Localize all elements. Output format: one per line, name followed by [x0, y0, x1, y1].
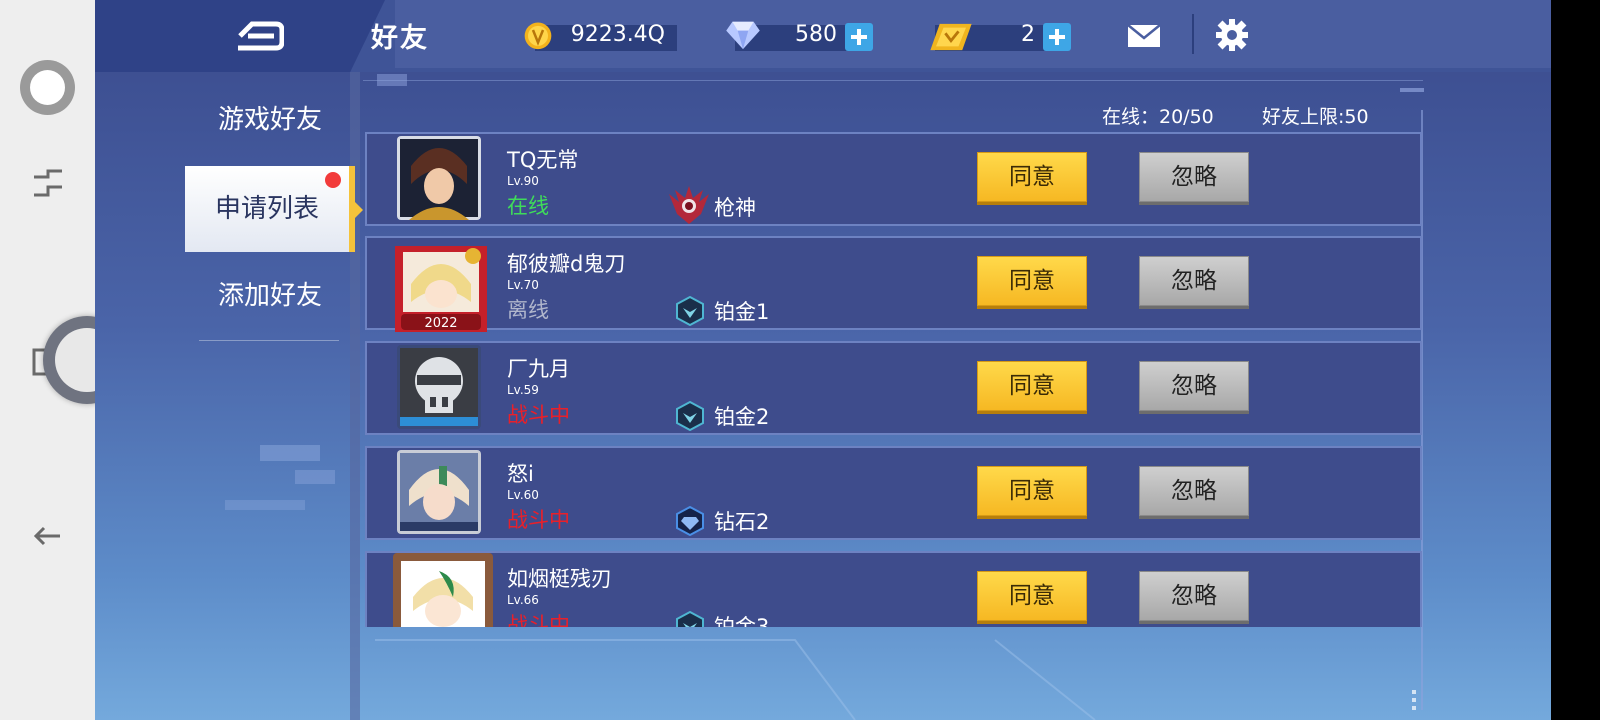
- agree-button[interactable]: 同意: [977, 152, 1087, 202]
- ignore-button[interactable]: 忽略: [1139, 152, 1249, 202]
- player-status: 离线: [507, 298, 549, 322]
- player-rank: 铂金3: [714, 615, 770, 627]
- avatar-frame-year: 2022: [424, 316, 457, 331]
- agree-button[interactable]: 同意: [977, 256, 1087, 306]
- gold-amount: 9223.4Q: [570, 22, 665, 47]
- back-button[interactable]: [95, 0, 385, 72]
- notification-dot: [325, 172, 341, 188]
- system-navigation-bar: [0, 0, 131, 720]
- player-status: 战斗中: [507, 613, 570, 627]
- top-bar-divider: [1192, 14, 1194, 54]
- online-count: 在线：20/50: [1102, 106, 1214, 128]
- request-row: 怒i Lv.60 战斗中 钻石2 同意 忽略: [365, 446, 1422, 540]
- ignore-button[interactable]: 忽略: [1139, 361, 1249, 411]
- player-avatar: [393, 553, 493, 627]
- back-nav-icon[interactable]: [30, 518, 66, 554]
- ignore-button[interactable]: 忽略: [1139, 466, 1249, 516]
- player-avatar: 2022: [395, 246, 487, 332]
- coupon-amount: 2: [1021, 22, 1035, 47]
- rank-platinum-icon: [676, 611, 704, 627]
- player-level: Lv.70: [507, 278, 539, 292]
- player-level: Lv.60: [507, 488, 539, 502]
- page-title: 好友: [371, 23, 429, 54]
- agree-button[interactable]: 同意: [977, 571, 1087, 621]
- player-rank: 铂金1: [714, 300, 770, 324]
- nav-add-friend-label: 添加好友: [217, 281, 322, 311]
- diamond-icon: [726, 21, 760, 50]
- player-avatar: [397, 450, 481, 534]
- ignore-button[interactable]: 忽略: [1139, 256, 1249, 306]
- gold-coin-icon: [524, 22, 552, 50]
- player-rank: 钻石2: [714, 510, 770, 534]
- rank-platinum-icon: [676, 296, 704, 326]
- request-row: 如烟梃残刃 Lv.66 战斗中 铂金3 同意 忽略: [365, 551, 1422, 627]
- request-list[interactable]: TQ无常 Lv.90 在线 枪神 同意 忽略 2022 郁彼瓣d鬼刀 Lv.70…: [365, 132, 1422, 627]
- screen-edge: [1551, 0, 1600, 720]
- ignore-button[interactable]: 忽略: [1139, 571, 1249, 621]
- active-tab-pointer: [355, 202, 363, 218]
- player-name: 如烟梃残刃: [507, 567, 612, 591]
- request-row: TQ无常 Lv.90 在线 枪神 同意 忽略: [365, 132, 1422, 226]
- screen-record-icon[interactable]: [20, 60, 75, 115]
- add-coupons-button[interactable]: [1043, 23, 1071, 51]
- player-level: Lv.59: [507, 383, 539, 397]
- player-rank: 铂金2: [714, 405, 770, 429]
- nav-divider: [199, 340, 339, 341]
- mail-icon[interactable]: [1127, 24, 1161, 48]
- recent-apps-icon[interactable]: [30, 165, 66, 201]
- add-diamonds-button[interactable]: [845, 23, 873, 51]
- friend-limit: 好友上限:50: [1262, 106, 1369, 128]
- player-level: Lv.90: [507, 174, 539, 188]
- player-name: 怒i: [507, 462, 534, 486]
- player-avatar: [397, 136, 481, 220]
- player-name: 厂九月: [507, 357, 570, 381]
- rank-diamond-icon: [676, 506, 704, 536]
- player-status: 战斗中: [507, 508, 570, 532]
- game-screen: 好友 9223.4Q 580 2 游戏好友 申请列表 添加好友 在线：20/50…: [95, 0, 1551, 720]
- rank-platinum-icon: [676, 401, 704, 431]
- player-status: 战斗中: [507, 403, 570, 427]
- coupon-icon: [930, 23, 972, 51]
- agree-button[interactable]: 同意: [977, 361, 1087, 411]
- player-name: TQ无常: [507, 148, 579, 172]
- nav-game-friends-label: 游戏好友: [217, 105, 322, 135]
- nav-game-friends[interactable]: 游戏好友: [185, 90, 355, 150]
- top-bar: 好友 9223.4Q 580 2: [95, 0, 1551, 72]
- player-name: 郁彼瓣d鬼刀: [507, 252, 626, 276]
- rank-gunslinger-icon: [669, 186, 709, 224]
- back-icon: [238, 21, 284, 51]
- agree-button[interactable]: 同意: [977, 466, 1087, 516]
- diamond-amount: 580: [795, 22, 837, 47]
- player-avatar: [397, 345, 481, 429]
- nav-add-friend[interactable]: 添加好友: [185, 266, 355, 326]
- player-status: 在线: [507, 194, 549, 218]
- player-rank: 枪神: [714, 196, 756, 220]
- request-row: 2022 郁彼瓣d鬼刀 Lv.70 离线 铂金1 同意 忽略: [365, 236, 1422, 332]
- request-row: 厂九月 Lv.59 战斗中 铂金2 同意 忽略: [365, 341, 1422, 435]
- player-level: Lv.66: [507, 593, 539, 607]
- settings-icon[interactable]: [1215, 18, 1249, 52]
